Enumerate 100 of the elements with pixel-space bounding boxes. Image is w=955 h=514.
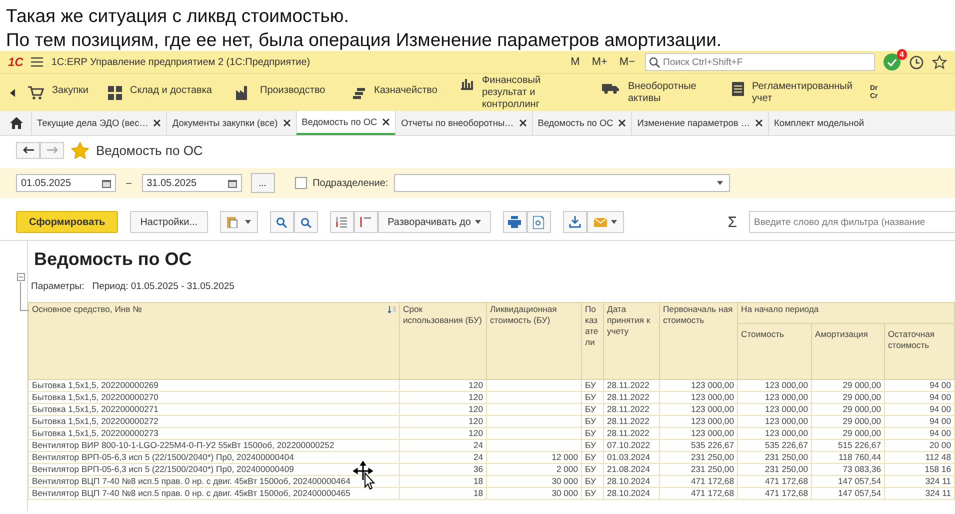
calendar-icon[interactable] — [102, 178, 111, 188]
tab[interactable]: Текущие дела ЭДО (вес… — [31, 111, 166, 135]
search-input[interactable]: Поиск Ctrl+Shift+F — [663, 56, 863, 68]
search-icon — [276, 216, 288, 228]
star-icon[interactable] — [932, 54, 947, 70]
printer-icon — [508, 216, 522, 228]
close-icon[interactable] — [518, 119, 527, 127]
table-cell: 471 172,68 — [738, 476, 812, 488]
sum-sign[interactable]: Σ — [728, 214, 737, 230]
memory-button[interactable]: M+ — [590, 56, 610, 68]
tab[interactable]: Комплект модельной — [768, 111, 869, 135]
table-cell: 18 — [400, 476, 486, 488]
home-icon[interactable] — [10, 117, 23, 129]
back-button[interactable] — [16, 142, 40, 158]
generate-button[interactable]: Сформировать — [16, 211, 118, 233]
menu-icon[interactable] — [31, 57, 44, 67]
back-arrow-icon — [22, 146, 34, 154]
table-cell: 29 000,00 — [812, 416, 884, 428]
table-cell: 94 00 — [884, 392, 954, 404]
print-button[interactable] — [502, 211, 527, 233]
settings-button[interactable]: Настройки... — [130, 211, 208, 233]
memory-button[interactable]: M — [568, 56, 582, 68]
section-link[interactable]: Финансовый результат и контроллинг — [482, 74, 582, 110]
section-link[interactable]: Регламентированный учет — [752, 80, 854, 104]
tab[interactable]: Изменение параметров … — [631, 111, 768, 135]
section-link[interactable]: Казначейство — [374, 85, 438, 97]
table-cell: БУ — [582, 428, 604, 440]
coins-icon[interactable] — [352, 86, 366, 100]
section-link[interactable]: Внеоборотные активы — [628, 80, 712, 104]
table-cell: 120 — [400, 380, 486, 392]
table-cell: 94 00 — [884, 428, 954, 440]
table-cell: 73 083,36 — [812, 464, 884, 476]
search-next-button[interactable] — [294, 211, 318, 233]
table-cell: 29 000,00 — [812, 392, 884, 404]
table-cell: 123 000,00 — [738, 404, 812, 416]
table-cell: 120 — [400, 404, 486, 416]
collapse-groups-button[interactable] — [330, 211, 354, 233]
grid-icon[interactable] — [108, 86, 122, 100]
table-cell: БУ — [582, 416, 604, 428]
logo: 1С — [8, 55, 24, 69]
caret-icon — [474, 220, 481, 224]
preview-button[interactable] — [526, 211, 551, 233]
close-icon[interactable] — [382, 118, 390, 126]
sort-icon[interactable] — [388, 306, 396, 313]
close-icon[interactable] — [618, 119, 626, 127]
table-cell: 123 000,00 — [738, 416, 812, 428]
column-header: Стоимость — [738, 324, 812, 380]
caret-icon — [244, 220, 251, 224]
tab[interactable]: Ведомость по ОС — [532, 111, 632, 135]
table-cell: 01.03.2024 — [604, 452, 660, 464]
document-icon[interactable] — [732, 82, 744, 96]
caret-icon[interactable] — [717, 181, 724, 185]
table-cell: 94 00 — [884, 380, 954, 392]
truck-icon[interactable] — [602, 82, 620, 94]
table-cell: 123 000,00 — [660, 416, 738, 428]
table-cell: 94 00 — [884, 404, 954, 416]
tab[interactable]: Ведомость по ОС — [296, 111, 396, 135]
expand-groups-button[interactable] — [354, 211, 378, 233]
table-cell: 120 — [400, 416, 486, 428]
history-icon[interactable] — [909, 54, 924, 70]
close-icon[interactable] — [153, 119, 162, 127]
table-cell: 28.11.2022 — [604, 416, 660, 428]
period-button[interactable]: ... — [250, 173, 275, 193]
expand-to-button[interactable]: Разворачивать до — [378, 211, 491, 233]
section-link[interactable]: Закупки — [52, 85, 88, 97]
table-cell: БУ — [582, 404, 604, 416]
scroll-left-icon[interactable] — [10, 88, 16, 96]
calendar-icon[interactable] — [228, 178, 237, 188]
table-cell: 29 000,00 — [812, 380, 884, 392]
note-text: Такая же ситуация с ликвд стоимостью. — [6, 4, 350, 28]
notification-icon[interactable] — [883, 53, 901, 71]
search-button[interactable] — [270, 211, 294, 233]
section-link[interactable]: Склад и доставка — [130, 85, 212, 97]
table-cell: Вентилятор ВЦП 7-40 №8 исп.5 прав. 0 нр. с двиг. 45кВт 1500об, 202400000465 — [28, 488, 400, 500]
collapse-icon[interactable] — [17, 273, 25, 281]
favorite-star-icon[interactable] — [71, 142, 89, 158]
table-cell: 94 00 — [884, 416, 954, 428]
filter-field[interactable]: Введите слово для фильтра (название — [749, 211, 955, 233]
table-cell: БУ — [582, 452, 604, 464]
section-link[interactable]: Производство — [260, 85, 326, 97]
search-field[interactable]: Поиск Ctrl+Shift+F — [645, 53, 875, 71]
download-button[interactable] — [562, 211, 587, 233]
table-cell: 120 — [400, 392, 486, 404]
table-cell: 535 226,67 — [738, 440, 812, 452]
checkbox[interactable] — [294, 177, 307, 189]
tab[interactable]: Отчеты по внеоборотны… — [395, 111, 532, 135]
table-cell: 123 000,00 — [738, 428, 812, 440]
column-header: Ликвидационная стоимость (БУ) — [486, 302, 582, 380]
cart-icon[interactable] — [28, 86, 44, 100]
close-icon[interactable] — [282, 119, 291, 127]
variant-button[interactable] — [220, 211, 258, 233]
close-icon[interactable] — [755, 119, 764, 127]
table-cell: 123 000,00 — [660, 404, 738, 416]
subdivision-field[interactable] — [394, 174, 730, 192]
notification-badge: 4 — [896, 49, 907, 60]
memory-button[interactable]: M− — [617, 56, 637, 68]
table-cell: 120 — [400, 428, 486, 440]
date-field[interactable]: 01.05.2025 — [16, 174, 116, 192]
table-cell: Вентилятор ВРП-05-6,3 исп 5 (22/1500/2040*) Пр0, 202400000404 — [28, 452, 400, 464]
date-field[interactable]: 31.05.2025 — [142, 174, 242, 192]
